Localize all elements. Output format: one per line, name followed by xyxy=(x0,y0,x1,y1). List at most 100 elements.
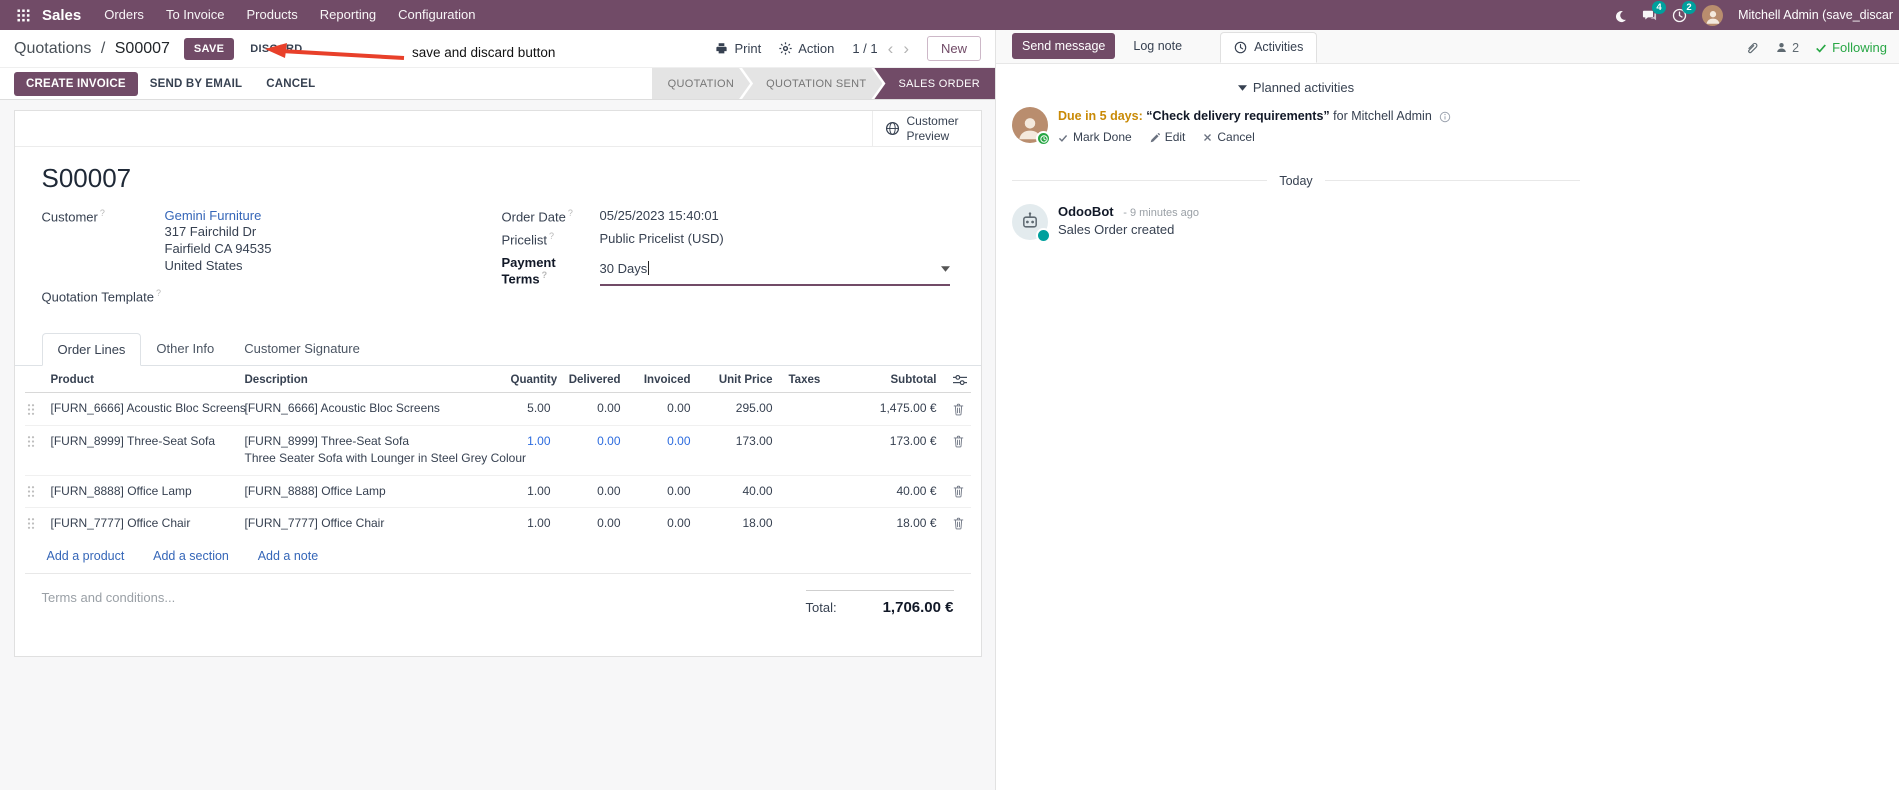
discard-button[interactable]: DISCARD xyxy=(240,38,312,60)
unit-price-cell[interactable]: 295.00 xyxy=(699,393,781,425)
unit-price-cell[interactable]: 18.00 xyxy=(698,506,781,540)
order-date-field[interactable]: 05/25/2023 15:40:01 xyxy=(600,208,719,224)
dropdown-caret-icon[interactable] xyxy=(940,261,950,276)
dark-mode-icon[interactable] xyxy=(1614,7,1627,22)
invoiced-cell[interactable]: 0.00 xyxy=(628,506,699,540)
breadcrumb-quotations[interactable]: Quotations xyxy=(14,40,91,57)
step-quotation[interactable]: QUOTATION xyxy=(652,68,750,99)
log-note-button[interactable]: Log note xyxy=(1123,33,1192,59)
description-cell[interactable]: [FURN_7777] Office Chair xyxy=(236,506,503,540)
app-name[interactable]: Sales xyxy=(42,7,81,24)
col-delivered[interactable]: Delivered xyxy=(558,366,629,394)
pager-next-icon[interactable]: › xyxy=(903,40,909,57)
col-product[interactable]: Product xyxy=(42,366,237,394)
add-note-link[interactable]: Add a note xyxy=(258,549,318,563)
customer-link[interactable]: Gemini Furniture xyxy=(165,208,262,223)
taxes-cell[interactable] xyxy=(780,506,853,540)
invoiced-cell[interactable]: 0.00 xyxy=(628,474,699,508)
order-line-row[interactable]: [FURN_6666] Acoustic Bloc Screens [FURN_… xyxy=(25,393,971,425)
pager-count[interactable]: 1 / 1 xyxy=(852,41,877,56)
col-quantity[interactable]: Quantity xyxy=(502,366,559,394)
step-sales-order[interactable]: SALES ORDER xyxy=(874,68,995,99)
col-taxes[interactable]: Taxes xyxy=(780,366,853,394)
taxes-cell[interactable] xyxy=(780,474,853,508)
activity-clock-icon[interactable]: 2 xyxy=(1672,0,1697,23)
order-line-row[interactable]: [FURN_7777] Office Chair [FURN_7777] Off… xyxy=(24,506,971,540)
add-product-link[interactable]: Add a product xyxy=(47,549,125,563)
menu-reporting[interactable]: Reporting xyxy=(309,0,387,30)
tab-order-lines[interactable]: Order Lines xyxy=(41,333,142,367)
delivered-cell[interactable]: 0.00 xyxy=(559,393,629,425)
pager-prev-icon[interactable]: ‹ xyxy=(888,40,894,57)
menu-products[interactable]: Products xyxy=(235,0,308,30)
following-button[interactable]: Following xyxy=(1815,40,1887,55)
delivered-cell[interactable]: 0.00 xyxy=(558,506,629,540)
send-by-email-button[interactable]: SEND BY EMAIL xyxy=(138,72,254,96)
delete-line-icon[interactable] xyxy=(944,474,971,508)
order-line-row[interactable]: [FURN_8888] Office Lamp [FURN_8888] Offi… xyxy=(24,474,971,508)
customer-field[interactable]: Gemini Furniture 317 Fairchild Dr Fairfi… xyxy=(165,208,272,274)
unit-price-cell[interactable]: 173.00 xyxy=(698,424,781,476)
send-message-button[interactable]: Send message xyxy=(1012,33,1116,59)
product-cell[interactable]: [FURN_6666] Acoustic Bloc Screens xyxy=(43,393,246,425)
product-cell[interactable]: [FURN_7777] Office Chair xyxy=(42,506,237,540)
messages-icon[interactable]: 4 xyxy=(1642,1,1667,23)
mark-done-button[interactable]: Mark Done xyxy=(1058,130,1132,144)
step-quotation-sent[interactable]: QUOTATION SENT xyxy=(742,68,882,99)
followers-button[interactable]: 2 xyxy=(1775,41,1799,55)
columns-settings-icon[interactable] xyxy=(944,366,971,394)
quantity-cell[interactable]: 5.00 xyxy=(503,393,559,425)
delete-line-icon[interactable] xyxy=(944,424,971,476)
drag-handle-icon[interactable] xyxy=(24,424,43,476)
description-cell[interactable]: [FURN_8888] Office Lamp xyxy=(236,474,503,508)
planned-activities-toggle[interactable]: Planned activities xyxy=(996,74,1596,105)
pricelist-field[interactable]: Public Pricelist (USD) xyxy=(600,231,724,247)
attachment-icon[interactable] xyxy=(1745,41,1759,55)
description-cell[interactable]: [FURN_8999] Three-Seat Sofa Three Seater … xyxy=(236,424,526,476)
menu-configuration[interactable]: Configuration xyxy=(387,0,486,30)
drag-handle-icon[interactable] xyxy=(24,474,43,508)
delivered-cell[interactable]: 0.00 xyxy=(558,474,629,508)
taxes-cell[interactable] xyxy=(781,393,853,425)
print-button[interactable]: Print xyxy=(715,41,761,56)
col-unit-price[interactable]: Unit Price xyxy=(698,366,781,394)
save-button[interactable]: SAVE xyxy=(183,37,235,60)
quantity-cell[interactable]: 1.00 xyxy=(502,474,559,508)
cancel-activity-button[interactable]: Cancel xyxy=(1203,130,1255,144)
unit-price-cell[interactable]: 40.00 xyxy=(698,474,781,508)
product-cell[interactable]: [FURN_8888] Office Lamp xyxy=(42,474,237,508)
invoiced-cell[interactable]: 0.00 xyxy=(629,393,699,425)
drag-handle-icon[interactable] xyxy=(25,393,43,425)
info-icon[interactable] xyxy=(1439,109,1451,123)
add-section-link[interactable]: Add a section xyxy=(153,549,229,563)
delete-line-icon[interactable] xyxy=(944,506,971,540)
new-button[interactable]: New xyxy=(926,36,981,61)
taxes-cell[interactable] xyxy=(780,424,853,476)
activities-tab[interactable]: Activities xyxy=(1220,32,1318,63)
drag-handle-icon[interactable] xyxy=(24,506,43,540)
menu-orders[interactable]: Orders xyxy=(93,0,155,30)
user-avatar[interactable] xyxy=(1702,4,1724,26)
edit-activity-button[interactable]: Edit xyxy=(1150,130,1185,144)
delivered-cell[interactable]: 0.00 xyxy=(558,424,629,476)
payment-terms-field[interactable]: 30 Days xyxy=(599,255,950,286)
delete-line-icon[interactable] xyxy=(945,393,971,425)
quantity-cell[interactable]: 1.00 xyxy=(502,506,559,540)
apps-menu-icon[interactable] xyxy=(10,8,36,22)
tab-other-info[interactable]: Other Info xyxy=(141,333,229,365)
menu-to-invoice[interactable]: To Invoice xyxy=(155,0,236,30)
user-name[interactable]: Mitchell Admin (save_discar xyxy=(1738,8,1893,22)
tab-customer-signature[interactable]: Customer Signature xyxy=(229,333,375,365)
message-author[interactable]: OdooBot xyxy=(1058,204,1114,219)
col-description[interactable]: Description xyxy=(236,366,503,394)
order-line-row[interactable]: [FURN_8999] Three-Seat Sofa [FURN_8999] … xyxy=(24,424,971,476)
create-invoice-button[interactable]: CREATE INVOICE xyxy=(14,71,138,96)
product-cell[interactable]: [FURN_8999] Three-Seat Sofa xyxy=(42,424,237,476)
action-button[interactable]: Action xyxy=(779,41,834,56)
invoiced-cell[interactable]: 0.00 xyxy=(628,424,699,476)
col-invoiced[interactable]: Invoiced xyxy=(628,366,699,394)
description-cell[interactable]: [FURN_6666] Acoustic Bloc Screens xyxy=(237,393,503,425)
col-subtotal[interactable]: Subtotal xyxy=(852,366,945,394)
terms-placeholder[interactable]: Terms and conditions... xyxy=(42,590,176,616)
cancel-button[interactable]: CANCEL xyxy=(254,72,327,96)
